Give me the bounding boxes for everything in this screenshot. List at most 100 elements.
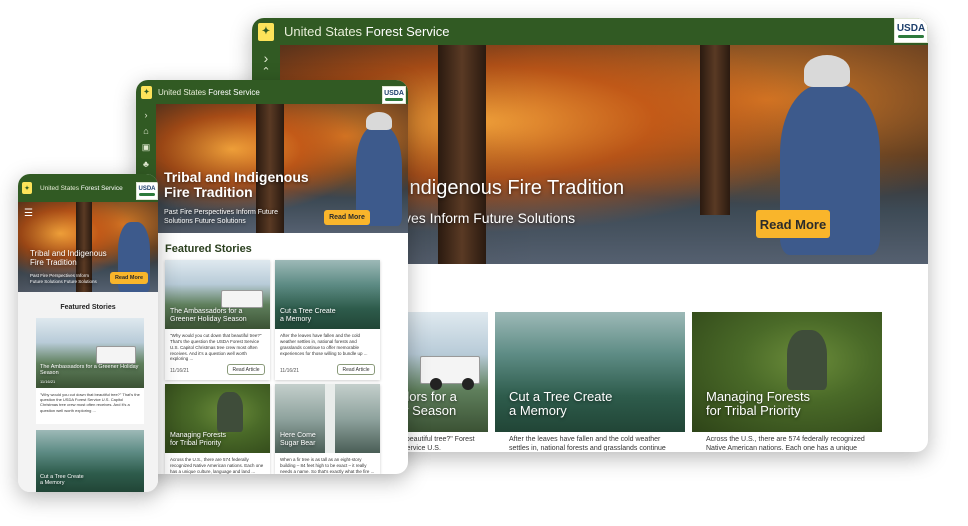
hamburger-menu-icon[interactable]: ☰ — [24, 208, 33, 219]
usda-logo-text: USDA — [384, 89, 404, 97]
forest-service-shield-icon: ✦ — [22, 182, 32, 194]
story-card[interactable]: Cut a Tree Create a Memory After the lea… — [495, 312, 685, 452]
hero-banner: ☰ Tribal and Indigenous Fire Tradition P… — [18, 202, 158, 292]
story-card-date: 11/16/21 — [40, 379, 56, 384]
site-title[interactable]: United States Forest Service — [40, 185, 123, 192]
forest-service-shield-icon: ✦ — [141, 85, 152, 99]
story-card-title-line: Here Come — [280, 432, 316, 439]
story-card-title: dors for a y Season — [402, 389, 457, 419]
story-card-title: Cut a Tree Create a Memory — [509, 389, 612, 419]
hero-title-line: Fire Tradition — [30, 257, 77, 267]
hero-subtitle-line: Past Fire Perspectives Inform — [30, 273, 90, 278]
usda-logo-wave — [898, 35, 924, 38]
tablet-mockup: ✦ United States Forest Service USDA › ⌂ … — [136, 80, 408, 474]
story-card-description: Across the U.S., there are 574 federally… — [706, 436, 865, 451]
hero-subtitle: ves Inform Future Solutions — [404, 210, 576, 226]
read-more-button[interactable]: Read More — [110, 272, 148, 284]
story-card-date: 11/16/21 — [280, 368, 300, 374]
people-icon[interactable]: ♣ — [143, 159, 149, 169]
story-card[interactable]: dors for a y Season t beautiful tree?" F… — [400, 312, 488, 452]
story-card-title: Cut a Tree Create a Memory — [280, 308, 336, 323]
site-title-prefix: United States — [284, 24, 363, 39]
site-header: ✦ United States Forest Service — [136, 80, 408, 104]
story-card-title-line: for Tribal Priority — [170, 439, 221, 447]
story-card-title: Managing Forests for Tribal Priority — [170, 432, 226, 447]
hero-subtitle-line: Past Fire Perspectives Inform Future — [164, 209, 278, 216]
hero-title: Tribal and Indigenous Fire Tradition — [30, 249, 107, 268]
story-card-title-line: a Memory — [280, 315, 312, 323]
hero-subtitle: Past Fire Perspectives Inform Future Sol… — [30, 273, 97, 285]
site-title-name: Forest Service — [208, 87, 260, 97]
story-card-description: When a fir tree is as tall as an eight-s… — [280, 457, 375, 474]
story-card-title-line: for Tribal Priority — [706, 403, 801, 419]
story-card-title-line: Sugar Bear — [280, 439, 316, 447]
forest-service-shield-icon: ✦ — [258, 22, 274, 41]
read-more-button[interactable]: Read More — [756, 210, 830, 238]
usda-logo[interactable]: USDA — [382, 86, 406, 104]
hero-subtitle-line: Future Solutions Future Solutions — [30, 278, 97, 284]
usda-logo-wave — [139, 193, 155, 196]
hero-subtitle: Past Fire Perspectives Inform Future Sol… — [164, 208, 278, 226]
story-card[interactable]: Managing Forests for Tribal Priority Acr… — [165, 384, 270, 474]
truck-image — [96, 346, 136, 364]
home-icon[interactable]: ⌂ — [143, 126, 148, 136]
story-card-title: Managing Forests for Tribal Priority — [706, 389, 810, 419]
featured-stories-heading: Featured Stories — [60, 304, 116, 311]
story-card[interactable]: The Ambassadors for a Greener Holiday Se… — [165, 260, 270, 380]
chevron-up-icon[interactable]: ⌃ — [261, 65, 270, 79]
story-card-description: t beautiful tree?" Forest Service U.S. — [402, 436, 475, 451]
site-title-prefix: United States — [158, 87, 207, 97]
hero-subtitle-line: Solutions Future Solutions — [164, 218, 246, 226]
phone-mockup: ✦ United States Forest Service USDA ☰ Tr… — [18, 174, 158, 492]
chevron-right-icon[interactable]: › — [145, 110, 148, 120]
usda-logo-text: USDA — [138, 186, 156, 192]
tree-pole-image — [325, 384, 335, 453]
story-card[interactable]: The Ambassadors for a Greener Holiday Se… — [36, 318, 144, 424]
person-image — [787, 330, 827, 390]
usda-logo[interactable]: USDA — [136, 182, 158, 200]
site-title[interactable]: United States Forest Service — [158, 88, 260, 97]
story-card-title: The Ambassadors for a Greener Holiday Se… — [170, 308, 247, 323]
story-card-title: Here Come Sugar Bear — [280, 432, 316, 447]
story-card-image — [36, 318, 144, 388]
story-card-description: Across the U.S., there are 574 federally… — [170, 457, 264, 474]
usda-logo[interactable]: USDA — [894, 18, 928, 43]
side-navigation: › ⌃ — [252, 45, 280, 85]
site-title-prefix: United States — [40, 184, 80, 192]
story-card-title-line: Greener Holiday Season — [170, 315, 247, 323]
story-card-description: "Why would you cut down that beautiful t… — [40, 392, 140, 413]
hero-title: Tribal and Indigenous Fire Tradition — [164, 169, 309, 201]
story-card[interactable]: Cut a Tree Create a Memory After the lea… — [275, 260, 380, 380]
firefighter-helmet-image — [804, 55, 850, 87]
truck-image — [221, 290, 263, 308]
phone-content: Featured Stories The Ambassadors for a G… — [18, 292, 158, 492]
person-image — [217, 392, 243, 432]
story-card-title-line: Cut a Tree Create — [280, 308, 336, 315]
calendar-icon[interactable]: ▣ — [142, 142, 151, 153]
site-title-name: Forest Service — [80, 184, 123, 192]
wheel-image — [462, 378, 474, 390]
story-card-title-line: y Season — [402, 403, 457, 419]
story-card[interactable]: Managing Forests for Tribal Priority Acr… — [692, 312, 882, 452]
story-card-description: "Why would you cut down that beautiful t… — [170, 333, 262, 362]
story-card-date: 11/16/21 — [170, 368, 190, 374]
story-card-description: After the leaves have fallen and the col… — [280, 333, 368, 356]
read-more-button[interactable]: Read More — [324, 210, 370, 225]
site-title-name: Forest Service — [365, 24, 450, 39]
story-card[interactable]: Here Come Sugar Bear When a fir tree is … — [275, 384, 380, 474]
story-card-title-line: a Memory — [40, 480, 65, 487]
site-title[interactable]: United States Forest Service — [284, 24, 449, 39]
story-card[interactable]: Cut a Tree Create a Memory — [36, 430, 144, 492]
tree-trunk-image — [700, 45, 730, 215]
chevron-right-icon[interactable]: › — [264, 51, 269, 65]
story-card-title: The Ambassadors for a Greener Holiday Se… — [40, 364, 139, 377]
story-card-title: Cut a Tree Create a Memory — [40, 474, 84, 486]
story-card-title-line: Managing Forests — [170, 432, 227, 439]
story-card-title-line: The Ambassadors for a — [170, 308, 243, 315]
read-article-button[interactable]: Read Article — [227, 364, 265, 375]
featured-stories-heading: Featured Stories — [165, 243, 252, 255]
hero-title-line: Fire Tradition — [164, 184, 253, 201]
story-card-title-line: a Memory — [509, 403, 567, 419]
read-article-button[interactable]: Read Article — [337, 364, 375, 375]
hero-banner: Tribal and Indigenous Fire Tradition Pas… — [156, 104, 408, 233]
